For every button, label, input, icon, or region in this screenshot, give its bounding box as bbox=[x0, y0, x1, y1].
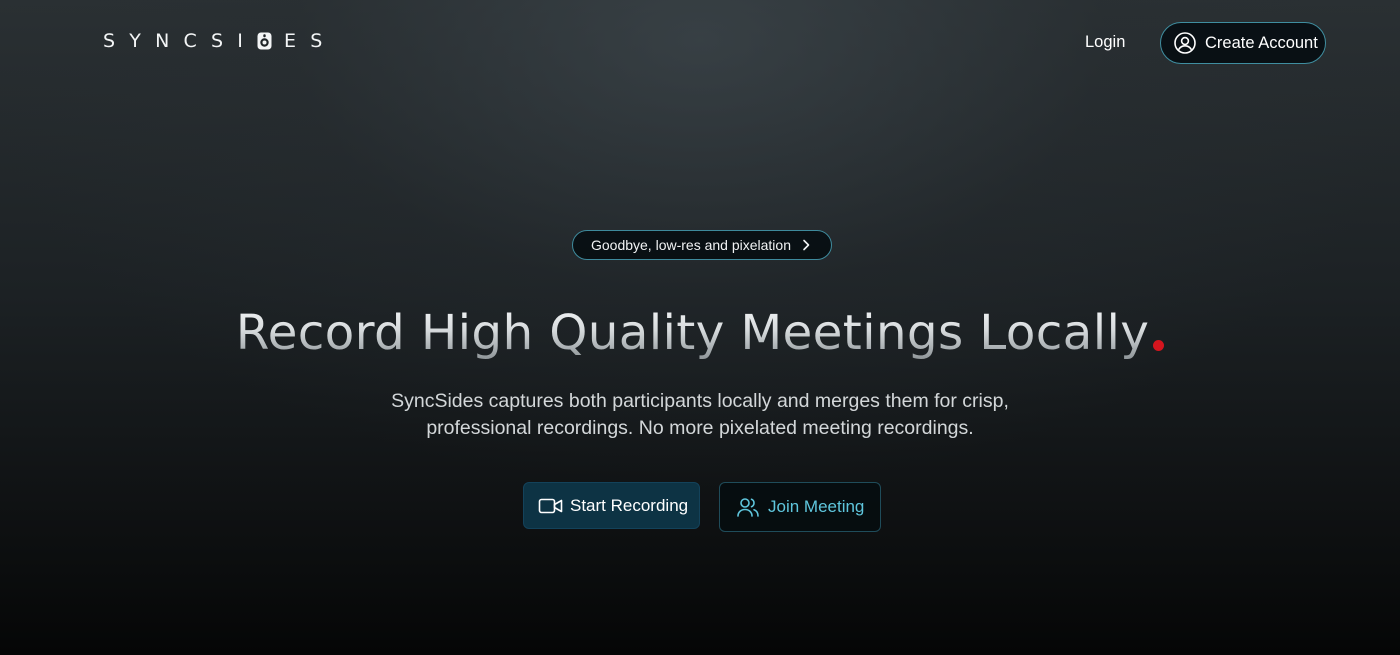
subtitle-line-1: SyncSides captures both participants loc… bbox=[391, 390, 1009, 412]
create-account-label: Create Account bbox=[1205, 33, 1318, 52]
headline-text: Record High Quality Meetings Locally bbox=[235, 305, 1150, 361]
chevron-right-icon bbox=[799, 238, 813, 252]
page-title: Record High Quality Meetings Locally bbox=[0, 301, 1400, 365]
announcement-badge[interactable]: Goodbye, low-res and pixelation bbox=[572, 230, 832, 260]
join-meeting-button[interactable]: Join Meeting bbox=[719, 482, 881, 532]
login-link[interactable]: Login bbox=[1085, 33, 1125, 52]
users-icon bbox=[736, 495, 760, 519]
headline-red-dot bbox=[1153, 340, 1165, 351]
subtitle-line-2: professional recordings. No more pixelat… bbox=[426, 417, 974, 439]
start-recording-label: Start Recording bbox=[570, 495, 689, 515]
user-circle-icon bbox=[1173, 31, 1197, 55]
badge-label: Goodbye, low-res and pixelation bbox=[590, 237, 791, 253]
logo-text-right: ES bbox=[284, 30, 337, 52]
hero-subtitle: SyncSides captures both participants loc… bbox=[0, 388, 1400, 442]
video-camera-icon bbox=[538, 496, 564, 516]
site-header: SYNCSI ES Login Create Account bbox=[0, 0, 1400, 86]
logo-text-left: SYNCSI bbox=[103, 30, 258, 52]
create-account-button[interactable]: Create Account bbox=[1160, 22, 1326, 64]
syncsides-logo[interactable]: SYNCSI ES bbox=[103, 30, 336, 52]
start-recording-button[interactable]: Start Recording bbox=[523, 482, 700, 529]
join-meeting-label: Join Meeting bbox=[768, 497, 865, 516]
record-knob-icon bbox=[257, 32, 272, 50]
